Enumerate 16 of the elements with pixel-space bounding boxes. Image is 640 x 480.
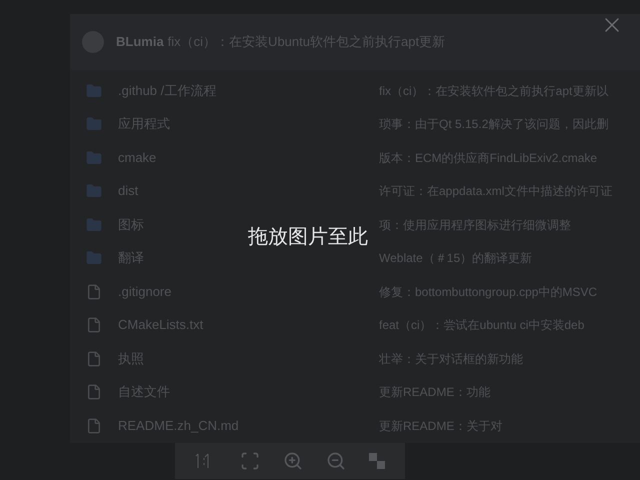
file-icon [86,418,102,434]
fit-window-icon[interactable] [240,451,260,472]
zoom-out-icon[interactable] [326,451,346,472]
folder-icon [86,82,102,99]
file-icon [86,350,102,367]
file-icon [86,384,102,400]
file-icon [86,317,102,334]
checkerboard-icon[interactable] [369,453,386,470]
folder-icon [86,183,102,200]
folder-icon [86,116,102,132]
folder-icon [86,216,102,233]
zoom-in-icon[interactable] [282,451,303,472]
drop-hint: 拖放图片至此 [248,225,368,250]
file-icon [86,284,102,300]
folder-icon [86,250,102,266]
folder-icon [86,150,102,166]
